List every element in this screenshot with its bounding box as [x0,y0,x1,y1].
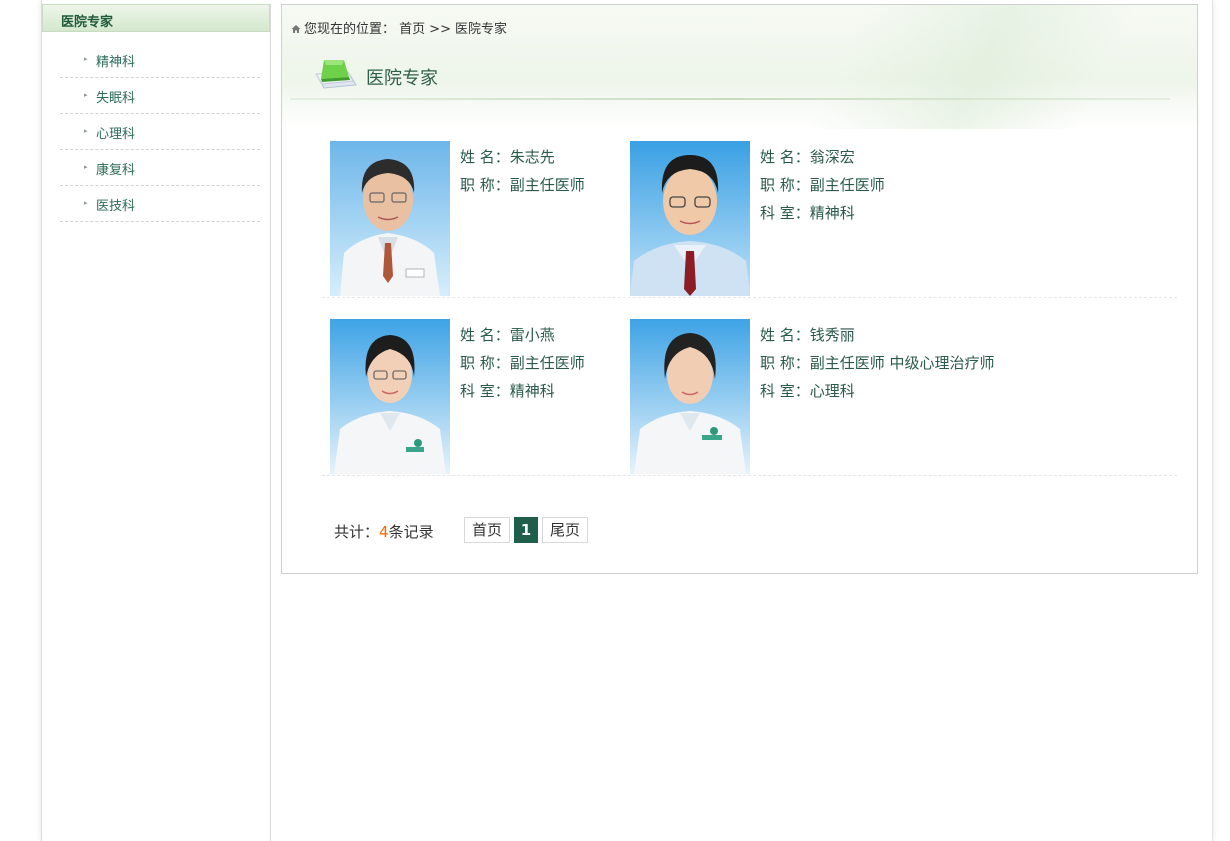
sidebar-item-label[interactable]: 康复科 [96,159,135,178]
row-divider [322,297,1177,298]
breadcrumb: 您现在的位置： 首页 >> 医院专家 [291,18,507,37]
title-label: 职 称： [460,354,510,372]
bullet-arrow-icon: ▸ [84,127,88,135]
row-divider [322,475,1177,476]
doctor-title: 副主任医师 [509,176,585,194]
breadcrumb-home-link[interactable]: 首页 [399,22,425,37]
dept-label: 科 室： [760,204,810,222]
sidebar-item-medical-tech[interactable]: ▸ 医技科 [60,186,260,222]
title-label: 职 称： [760,354,810,372]
doctor-dept: 精神科 [509,382,555,400]
doctor-title: 副主任医师 中级心理治疗师 [809,354,995,372]
doctor-name[interactable]: 雷小燕 [510,326,555,344]
section-title: 医院专家 [366,68,438,89]
name-label: 姓 名： [460,326,510,344]
doctor-card[interactable]: 姓 名：朱志先 职 称：副主任医师 [330,141,630,301]
doctor-title: 副主任医师 [809,176,885,194]
title-label: 职 称： [760,176,810,194]
home-icon [291,25,301,33]
dept-label: 科 室： [760,382,810,400]
doctor-info: 姓 名：翁深宏 职 称：副主任医师 科 室：精神科 [760,143,885,227]
sidebar-menu: ▸ 精神科 ▸ 失眠科 ▸ 心理科 ▸ 康复科 ▸ 医技科 [60,42,260,222]
doctor-dept: 精神科 [809,204,855,222]
title-label: 职 称： [460,176,510,194]
doctor-photo[interactable] [630,141,750,296]
dept-label: 科 室： [460,382,510,400]
doctor-info: 姓 名：钱秀丽 职 称：副主任医师 中级心理治疗师 科 室：心理科 [760,321,995,405]
doctor-info: 姓 名：雷小燕 职 称：副主任医师 科 室：精神科 [460,321,585,405]
last-page-button[interactable]: 尾页 [542,517,588,543]
sidebar-item-psychology[interactable]: ▸ 心理科 [60,114,260,150]
total-suffix: 条记录 [388,523,434,541]
sidebar-item-psychiatry[interactable]: ▸ 精神科 [60,42,260,78]
bullet-arrow-icon: ▸ [84,199,88,207]
banner-divider [290,98,1170,100]
doctor-title: 副主任医师 [509,354,585,372]
doctor-name[interactable]: 朱志先 [510,148,555,166]
doctor-photo[interactable] [330,319,450,474]
bullet-arrow-icon: ▸ [84,163,88,171]
record-count: 共计：4条记录 [334,521,434,542]
sidebar-item-insomnia[interactable]: ▸ 失眠科 [60,78,260,114]
total-prefix: 共计： [334,523,380,541]
breadcrumb-prefix: 您现在的位置： [304,22,396,37]
doctor-card[interactable]: 姓 名：雷小燕 职 称：副主任医师 科 室：精神科 [330,319,630,479]
doctor-card[interactable]: 姓 名：钱秀丽 职 称：副主任医师 中级心理治疗师 科 室：心理科 [630,319,995,479]
bullet-arrow-icon: ▸ [84,91,88,99]
bullet-arrow-icon: ▸ [84,55,88,63]
sidebar-item-label[interactable]: 精神科 [96,51,135,70]
doctor-name[interactable]: 钱秀丽 [810,326,855,344]
sidebar-item-rehabilitation[interactable]: ▸ 康复科 [60,150,260,186]
doctor-card[interactable]: 姓 名：翁深宏 职 称：副主任医师 科 室：精神科 [630,141,930,301]
main-content: 您现在的位置： 首页 >> 医院专家 医院专家 姓 名：朱志先 职 称：副主任医… [281,4,1198,574]
doctor-dept: 心理科 [809,382,855,400]
books-icon [315,60,357,89]
name-label: 姓 名： [760,148,810,166]
first-page-button[interactable]: 首页 [464,517,510,543]
sidebar: 医院专家 ▸ 精神科 ▸ 失眠科 ▸ 心理科 ▸ 康复科 ▸ 医技科 [42,4,271,841]
current-page-button[interactable]: 1 [514,517,538,543]
doctor-info: 姓 名：朱志先 职 称：副主任医师 [460,143,585,199]
breadcrumb-separator: >> [429,22,451,37]
doctor-name[interactable]: 翁深宏 [810,148,855,166]
sidebar-item-label[interactable]: 心理科 [96,123,135,142]
sidebar-title: 医院专家 [61,15,114,30]
sidebar-item-label[interactable]: 失眠科 [96,87,135,106]
name-label: 姓 名： [460,148,510,166]
name-label: 姓 名： [760,326,810,344]
breadcrumb-current-link[interactable]: 医院专家 [455,22,507,37]
doctor-photo[interactable] [330,141,450,296]
doctor-photo[interactable] [630,319,750,474]
total-count: 4 [379,523,389,541]
sidebar-item-label[interactable]: 医技科 [96,195,135,214]
